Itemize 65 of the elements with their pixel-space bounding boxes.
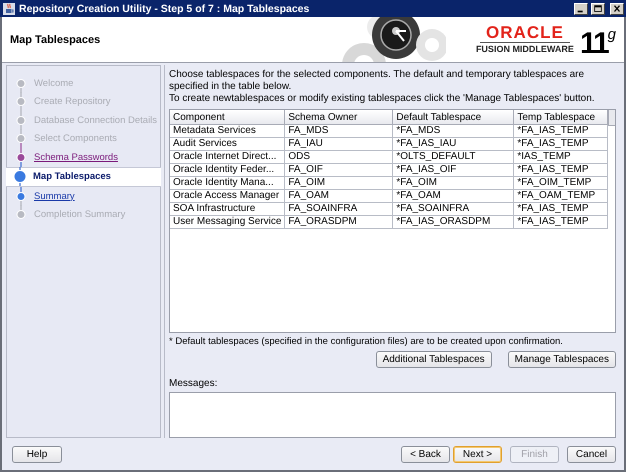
step-label: Database Connection Details — [34, 114, 158, 126]
version-logo: 11$^{g}$ — [580, 25, 614, 59]
step-label: Map Tablespaces — [33, 171, 111, 182]
back-button[interactable]: < Back — [401, 446, 450, 462]
table-cell: FA_ORASDPM — [284, 216, 393, 228]
cancel-button[interactable]: Cancel — [567, 446, 616, 462]
table-cell: *FA_OAM_TEMP — [514, 190, 608, 202]
table-cell: *IAS_TEMP — [514, 150, 608, 164]
step-label: Select Components — [34, 133, 117, 144]
step-label: Welcome — [34, 78, 74, 89]
table-cell: User Messaging Service — [170, 216, 285, 228]
table-cell: *FA_SOAINFRA — [392, 202, 514, 216]
table-cell: *FA_IAS_TEMP — [514, 138, 608, 150]
java-cup-icon — [2, 2, 16, 16]
table-cell: *FA_OIM_TEMP — [514, 176, 608, 190]
column-header[interactable]: Schema Owner — [284, 110, 393, 124]
table-cell: *FA_OAM — [392, 190, 514, 202]
table-cell: *FA_IAS_TEMP — [514, 202, 608, 216]
page-title: Map Tablespaces — [9, 34, 102, 46]
table-cell: ODS — [284, 150, 393, 164]
table-cell: FA_OIF — [284, 164, 393, 176]
table-cell: Oracle Identity Mana... — [170, 176, 285, 190]
table-cell: FA_SOAINFRA — [284, 202, 393, 216]
table-cell: *FA_IAS_ORASDPM — [392, 216, 514, 228]
table-cell: *FA_IAS_TEMP — [514, 164, 608, 176]
tablespace-button[interactable]: Manage Tablespaces — [508, 351, 616, 368]
table-cell: Audit Services — [170, 138, 285, 150]
column-header[interactable]: Default Tablespace — [392, 110, 514, 124]
table-cell: FA_IAU — [284, 138, 393, 150]
table-cell: Metadata Services — [170, 124, 285, 138]
table-cell: Oracle Access Manager — [170, 190, 285, 202]
messages-label: Messages: — [169, 378, 218, 389]
messages-area[interactable] — [169, 392, 616, 438]
step-label: Completion Summary — [34, 209, 126, 220]
table-cell: *FA_MDS — [392, 124, 514, 138]
minimize-icon[interactable] — [574, 2, 588, 14]
table-cell: Oracle Internet Direct... — [170, 150, 285, 164]
help-button[interactable]: Help — [12, 446, 62, 462]
product-name: FUSION MIDDLEWARE — [476, 43, 574, 55]
column-header[interactable]: Component — [170, 110, 285, 124]
table-cell: Oracle Identity Feder... — [170, 164, 285, 176]
table-cell: SOA Infrastructure — [170, 202, 285, 216]
step-label: Create Repository — [34, 96, 111, 108]
table-cell: FA_OIM — [284, 176, 393, 190]
table-cell: *FA_IAS_TEMP — [514, 124, 608, 138]
column-header[interactable]: Temp Tablespace — [514, 110, 608, 124]
table-cell: FA_OAM — [284, 190, 393, 202]
instruction-text: Choose tablespaces for the selected components. The default and temporary tablespaces are specified in the table below. — [169, 69, 586, 93]
tablespace-button[interactable]: Additional Tablespaces — [376, 351, 492, 368]
header-corner — [608, 110, 615, 126]
footnote: * Default tablespaces (specified in the configuration files) are to be created upon confirmation. — [169, 336, 564, 347]
instruction-text: To create newtablespaces or modify existing tablespaces click the 'Manage Tablespaces' button. — [169, 93, 596, 105]
close-icon[interactable] — [610, 2, 624, 14]
table-cell: *FA_OIM — [392, 176, 514, 190]
next-button[interactable]: Next > — [453, 446, 502, 462]
table-cell: *FA_IAS_OIF — [392, 164, 514, 176]
table-cell: *OLTS_DEFAULT — [392, 150, 514, 164]
step-link[interactable]: Summary — [34, 190, 75, 202]
table-cell: FA_MDS — [284, 124, 393, 138]
step-link[interactable]: Schema Passwords — [34, 152, 118, 163]
brand-logo: ORACLE — [480, 24, 570, 43]
maximize-icon[interactable] — [591, 2, 605, 14]
window-title: Repository Creation Utility - Step 5 of 7 : Map Tablespaces — [19, 2, 310, 14]
table-cell: *FA_IAS_TEMP — [514, 216, 608, 228]
table-cell: *FA_IAS_IAU — [392, 138, 514, 150]
